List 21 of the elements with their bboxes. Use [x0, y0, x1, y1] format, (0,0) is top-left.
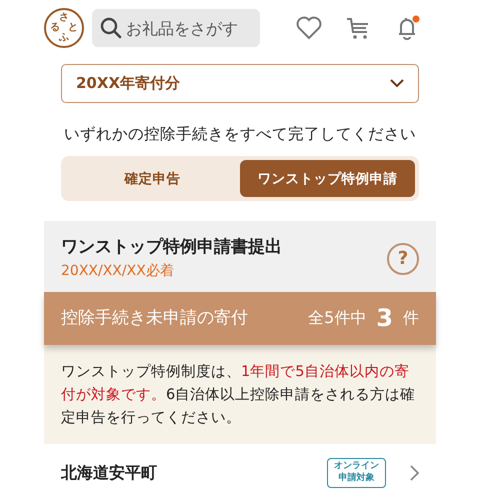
cart-icon[interactable] [346, 16, 370, 40]
instruction-text: いずれかの控除手続きをすべて完了してください [63, 124, 417, 145]
chevron-down-icon [390, 79, 404, 88]
count-label: 全5件中 [308, 307, 366, 330]
logo[interactable]: さ る と ふ [44, 8, 84, 48]
tab[interactable]: 確定申告 [65, 160, 240, 198]
help-icon[interactable]: ? [387, 242, 419, 274]
heart-icon[interactable] [296, 16, 322, 40]
chevron-right-icon [410, 465, 419, 481]
notice-text: ワンストップ特例制度は、1年間で5自治体以内の寄付が対象です。6自治体以上控除申請をされる方は確定申告を行ってください。 [44, 344, 436, 444]
card-title: ワンストップ特例申請書提出 [61, 236, 282, 260]
tab[interactable]: ワンストップ特例申請 [240, 160, 415, 198]
deadline-text: 20XX/XX/XX必着 [61, 262, 175, 281]
donation-row[interactable]: 北海道安平町 オンライン 申請対象 [44, 444, 436, 500]
online-tag: オンライン 申請対象 [327, 458, 386, 488]
count-unit: 件 [403, 307, 419, 330]
count-number: 3 [376, 303, 393, 334]
year-select[interactable]: 20XX年寄付分 [61, 64, 419, 103]
municipality-name: 北海道安平町 [61, 462, 157, 484]
search-field[interactable]: お礼品をさがす [92, 9, 260, 47]
section-title: 控除手続き未申請の寄付 [61, 306, 248, 330]
